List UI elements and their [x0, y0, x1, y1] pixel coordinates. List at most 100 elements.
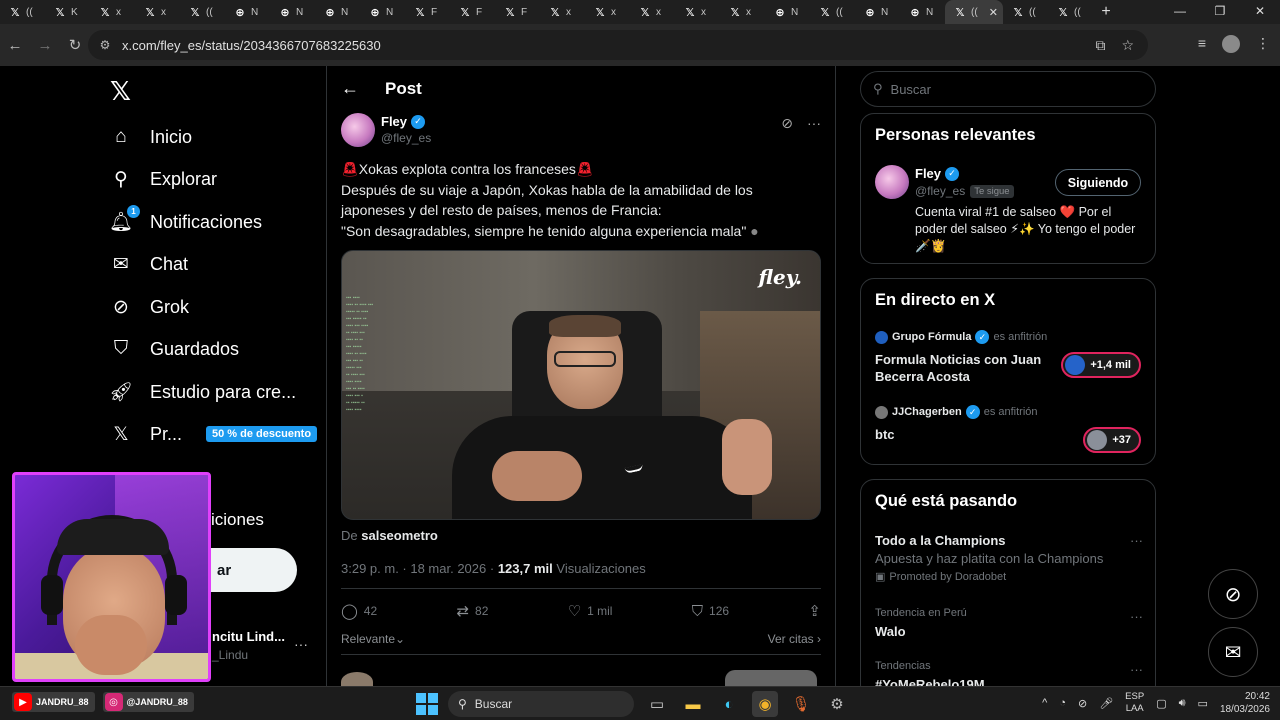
close-window-icon[interactable]: ✕	[1240, 0, 1280, 24]
host-name[interactable]: JJChagerben	[892, 406, 962, 418]
author-handle[interactable]: @fley_es	[381, 131, 431, 145]
share-button[interactable]: ⇪	[808, 602, 821, 620]
source-link[interactable]: salseometro	[361, 528, 438, 543]
battery-icon[interactable]: ▭	[1198, 697, 1208, 710]
relevant-name[interactable]: Fley ✓	[915, 166, 960, 181]
relevant-avatar[interactable]	[875, 165, 909, 199]
following-button[interactable]: Siguiendo	[1055, 169, 1141, 196]
sort-dropdown[interactable]: Relevante⌄	[341, 632, 405, 646]
nav-home[interactable]: ⌂ Inicio	[110, 121, 192, 153]
url-field[interactable]: ⚙ x.com/fley_es/status/20343667076832256…	[88, 30, 1148, 60]
browser-menu-icon[interactable]: ⋮	[1256, 35, 1270, 53]
search-box[interactable]: ⚲ Buscar	[860, 71, 1156, 107]
bookmark-star-icon[interactable]: ☆	[1121, 37, 1134, 54]
x-logo-icon[interactable]: 𝕏	[110, 76, 131, 107]
forward-icon[interactable]: →	[30, 37, 60, 54]
tray-overflow-icon[interactable]: ^	[1042, 697, 1047, 709]
browser-tab[interactable]: 𝕏F	[405, 0, 450, 24]
browser-tab[interactable]: 𝕏F	[495, 0, 540, 24]
trend-item[interactable]: Todo a la Champions Apuesta y haz platit…	[875, 533, 1143, 583]
media-controls-icon[interactable]: ≡	[1198, 35, 1206, 53]
browser-tab[interactable]: 𝕏 ((	[1048, 0, 1093, 24]
like-button[interactable]: ♡ 1 mil	[568, 602, 613, 620]
bookmark-button[interactable]: ⛉ 126	[692, 602, 729, 620]
trend-more-icon[interactable]: ···	[1130, 609, 1143, 624]
browser-tab[interactable]: 𝕏 ((	[180, 0, 225, 24]
live-listeners-pill[interactable]: +1,4 mil	[1061, 352, 1141, 378]
volume-icon[interactable]: 🔊︎	[1179, 697, 1186, 710]
trend-more-icon[interactable]: ···	[1130, 533, 1143, 548]
post-button[interactable]: ar	[211, 548, 297, 592]
host-name[interactable]: Grupo Fórmula	[892, 331, 971, 343]
relevant-handle[interactable]: @fley_es	[915, 184, 965, 198]
live-space-title[interactable]: btc	[875, 426, 1065, 443]
post-video[interactable]: ▪▪▪ ▪▪▪▪ ▪▪▪▪ ▪▪ ▪▪▪▪ ▪▪▪ ▪▪▪▪▪ ▪▪ ▪▪▪▪ ▪▪▪…	[341, 250, 821, 520]
browser-tab[interactable]: 𝕏x	[585, 0, 630, 24]
account-name[interactable]: ncitu Lind...	[212, 629, 285, 644]
grok-explain-icon[interactable]: ⊘	[781, 115, 793, 132]
nav-creator-studio[interactable]: 🚀︎ Estudio para cre...	[109, 376, 296, 408]
browser-tab[interactable]: 𝕏x	[720, 0, 765, 24]
tray-app-icon[interactable]: ◔	[1059, 697, 1066, 709]
install-app-icon[interactable]: ⧉	[1095, 37, 1105, 54]
language-indicator[interactable]: ESP LAA	[1125, 691, 1144, 715]
edge-icon[interactable]: ◐	[716, 691, 742, 717]
nav-chat[interactable]: ✉ Chat	[110, 248, 188, 280]
back-icon[interactable]: ←	[0, 37, 30, 54]
grok-fab[interactable]: ⊘	[1208, 569, 1258, 619]
windows-start-icon[interactable]	[416, 693, 438, 715]
clock[interactable]: 20:42 18/03/2026	[1220, 690, 1270, 716]
trend-more-icon[interactable]: ···	[1130, 662, 1143, 677]
tray-mic-icon[interactable]: 🎤︎	[1099, 697, 1113, 710]
account-more-icon[interactable]: ···	[294, 636, 308, 652]
file-explorer-icon[interactable]: ▬	[680, 691, 706, 717]
browser-tab[interactable]: 𝕏 ((	[810, 0, 855, 24]
browser-tab[interactable]: 𝕏x	[675, 0, 720, 24]
author-avatar[interactable]	[341, 113, 375, 147]
new-tab-icon[interactable]: +	[1093, 3, 1119, 21]
browser-tab[interactable]: 𝕏F	[450, 0, 495, 24]
browser-tab[interactable]: ⊕ N	[315, 0, 360, 24]
post-timestamp[interactable]: 3:29 p. m. · 18 mar. 2026 ·	[341, 561, 494, 576]
task-view-icon[interactable]: ▭	[644, 691, 670, 717]
browser-tab[interactable]: 𝕏 ((	[1003, 0, 1048, 24]
view-quotes-link[interactable]: Ver citas ›	[768, 632, 821, 646]
tray-wifi-icon[interactable]: ▢	[1156, 697, 1166, 710]
browser-tab[interactable]: ⊕ N	[225, 0, 270, 24]
microphone-app-icon[interactable]: 🎙︎	[788, 691, 814, 717]
nav-notifications[interactable]: 🔔︎ 1 Notificaciones	[109, 205, 262, 238]
browser-tab[interactable]: 𝕏x	[135, 0, 180, 24]
browser-tab[interactable]: 𝕏x	[90, 0, 135, 24]
taskbar-search[interactable]: ⚲ Buscar	[448, 691, 634, 717]
site-info-icon[interactable]: ⚙	[94, 38, 116, 52]
author-name[interactable]: Fley ✓	[381, 114, 426, 129]
close-tab-icon[interactable]: ✕	[989, 6, 998, 19]
restore-icon[interactable]: ❐	[1200, 0, 1240, 24]
live-space-title[interactable]: Formula Noticias con Juan Becerra Acosta	[875, 351, 1065, 385]
browser-tab[interactable]: 𝕏K	[45, 0, 90, 24]
chrome-icon[interactable]: ◉	[752, 691, 778, 717]
nav-explore[interactable]: ⚲ Explorar	[110, 163, 217, 195]
browser-tab-active[interactable]: 𝕏 ((✕	[945, 0, 1003, 24]
messages-fab[interactable]: ✉	[1208, 627, 1258, 677]
browser-tab[interactable]: ⊕ N	[855, 0, 900, 24]
minimize-icon[interactable]: —	[1160, 0, 1200, 24]
nav-grok[interactable]: ⊘ Grok	[110, 291, 189, 323]
tray-network-off-icon[interactable]: ⊘	[1078, 697, 1087, 710]
browser-tab[interactable]: ⊕ N	[765, 0, 810, 24]
browser-tab[interactable]: 𝕏x	[540, 0, 585, 24]
browser-tab[interactable]: ⊕ N	[270, 0, 315, 24]
nav-premium[interactable]: 𝕏 Pr... 50 % de descuento	[110, 418, 318, 450]
nav-bookmarks[interactable]: ⛉ Guardados	[110, 333, 239, 365]
repost-button[interactable]: ⇄ 82	[456, 602, 488, 620]
more-options-icon[interactable]: ···	[807, 115, 821, 132]
trend-item[interactable]: Tendencia en Perú Walo ···	[875, 607, 1143, 639]
steam-icon[interactable]: ⚙	[824, 691, 850, 717]
browser-tab[interactable]: 𝕏x	[630, 0, 675, 24]
back-arrow-icon[interactable]: ←	[341, 78, 359, 99]
reload-icon[interactable]: ↻	[60, 36, 90, 54]
browser-tab[interactable]: ⊕ N	[900, 0, 945, 24]
reply-button[interactable]: ◯ 42	[341, 602, 377, 620]
nav-partial-item[interactable]: iciones	[211, 510, 264, 530]
profile-avatar[interactable]	[1222, 35, 1240, 53]
